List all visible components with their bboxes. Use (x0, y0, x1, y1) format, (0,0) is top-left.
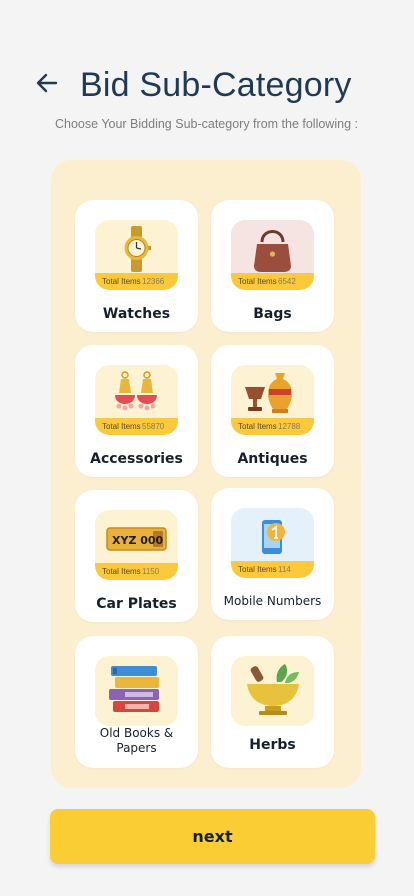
category-thumb: Total Items 12366 (95, 220, 178, 290)
category-card-herbs[interactable]: Herbs (211, 636, 334, 768)
category-panel: Total Items 12366 Watches Total Items 65… (51, 160, 361, 788)
category-thumb: Total Items 114 (231, 508, 314, 578)
items-badge: Total Items 1150 (95, 563, 178, 580)
items-badge: Total Items 12788 (231, 418, 314, 435)
category-thumb: Total Items 55870 (95, 365, 178, 435)
category-card-watches[interactable]: Total Items 12366 Watches (75, 200, 198, 332)
category-label: Watches (102, 306, 171, 322)
category-card-accessories[interactable]: Total Items 55870 Accessories (75, 345, 198, 477)
category-thumb: Total Items 12788 (231, 365, 314, 435)
books-icon (109, 666, 159, 712)
category-card-car-plates[interactable]: XYZ 000 Total Items 1150 Car Plates (75, 490, 198, 622)
category-label: Herbs (249, 737, 296, 753)
category-thumb (231, 656, 314, 726)
category-label: Antiques (237, 451, 308, 467)
category-label: Bags (253, 306, 292, 322)
category-card-bags[interactable]: Total Items 6542 Bags (211, 200, 334, 332)
back-arrow-icon[interactable] (34, 70, 60, 96)
category-thumb: Total Items 6542 (231, 220, 314, 290)
category-label: Car Plates (96, 596, 177, 612)
items-badge: Total Items 114 (231, 561, 314, 578)
svg-text:XYZ 000: XYZ 000 (112, 534, 164, 547)
next-button[interactable]: next (50, 809, 375, 864)
category-label: Mobile Numbers (223, 594, 322, 608)
items-badge: Total Items 6542 (231, 273, 314, 290)
category-thumb: XYZ 000 Total Items 1150 (95, 510, 178, 580)
items-badge: Total Items 55870 (95, 418, 178, 435)
page-subtitle: Choose Your Bidding Sub-category from th… (55, 117, 358, 131)
category-card-mobile-numbers[interactable]: Total Items 114 Mobile Numbers (211, 488, 334, 620)
category-label: Accessories (90, 451, 183, 467)
category-card-old-books-papers[interactable]: Old Books & Papers (75, 636, 198, 768)
category-thumb (95, 656, 178, 726)
category-label: Old Books & Papers (99, 726, 174, 755)
mortar-herbs-icon (247, 664, 299, 715)
items-badge: Total Items 12366 (95, 273, 178, 290)
page-title: Bid Sub-Category (80, 66, 352, 104)
category-card-antiques[interactable]: Total Items 12788 Antiques (211, 345, 334, 477)
